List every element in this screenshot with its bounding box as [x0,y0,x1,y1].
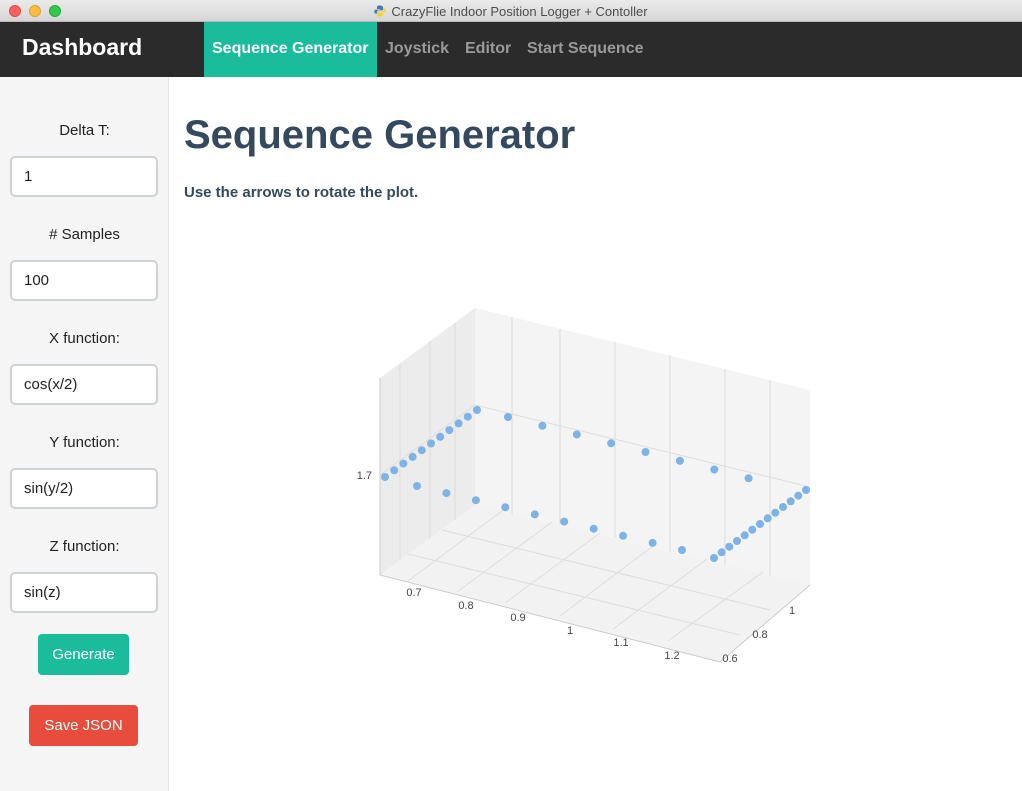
python-icon [374,5,387,17]
window-titlebar: CrazyFlie Indoor Position Logger + Conto… [0,0,1022,22]
window-title-container: CrazyFlie Indoor Position Logger + Conto… [0,4,1022,19]
samples-input[interactable] [10,260,158,301]
nav-start-sequence[interactable]: Start Sequence [527,22,643,77]
scatter-point [717,548,726,557]
scatter-point [740,531,749,540]
nav-joystick[interactable]: Joystick [385,22,449,77]
scatter-point [763,514,772,523]
scatter-point [607,439,616,448]
scatter-point [463,412,472,421]
scatter-point [538,421,547,430]
x-tick-label: 1.2 [664,650,679,662]
y-tick-label: 0.8 [752,629,767,641]
y-tick-label: 1 [789,605,795,617]
z-function-input[interactable] [10,572,158,613]
scatter-point [381,473,389,481]
brand-dashboard[interactable]: Dashboard [22,34,142,61]
window-title: CrazyFlie Indoor Position Logger + Conto… [391,4,648,19]
page-title: Sequence Generator [184,113,576,157]
scatter-point [619,531,628,540]
sidebar: Delta T: # Samples X function: Y functio… [0,77,169,791]
scatter-point [678,546,686,554]
scatter-point [725,542,734,551]
scatter-point [794,491,803,500]
scatter-point [454,419,463,428]
x-tick-label: 0.7 [406,587,421,599]
delta-t-input[interactable] [10,156,158,197]
x-tick-label: 0.8 [458,600,473,612]
save-json-button[interactable]: Save JSON [29,705,138,746]
scatter-point [560,517,569,526]
delta-t-label: Delta T: [59,122,110,139]
x-tick-label: 0.9 [510,612,525,624]
x-tick-label: 1.1 [613,637,628,649]
scatter-point [675,456,684,465]
y-function-input[interactable] [10,468,158,509]
scatter-point [501,503,510,512]
scatter-point [413,482,421,490]
scatter-point [641,448,650,456]
z-function-label: Z function: [49,538,120,555]
generate-button[interactable]: Generate [38,634,129,675]
scatter-point [473,406,481,414]
y-tick-label: 0.6 [722,653,737,665]
z-tick-label: 1.7 [357,470,372,482]
scatter-point [786,497,795,506]
scatter-point [589,524,598,533]
scatter-point [530,510,539,519]
nav-editor[interactable]: Editor [465,22,511,77]
scatter-point [436,432,445,441]
scatter-point [748,525,757,534]
scatter-point [408,452,417,461]
x-function-label: X function: [49,330,120,347]
scatter-point [504,413,512,421]
top-navbar: Dashboard Sequence Generator Joystick Ed… [0,22,1022,77]
y-function-label: Y function: [49,434,120,451]
scatter-point [390,466,399,475]
scatter-point [572,430,581,439]
scatter-point [710,554,718,562]
scatter-point [442,489,451,498]
samples-label: # Samples [49,226,120,243]
scatter-point [756,520,764,528]
scatter-point [417,446,426,455]
page-description: Use the arrows to rotate the plot. [184,184,419,201]
scatter-point [648,538,657,547]
nav-sequence-generator[interactable]: Sequence Generator [204,22,377,77]
scatter-point [710,465,719,474]
scatter-point [733,537,741,545]
scatter-point [427,439,435,448]
x-tick-label: 1 [567,625,573,637]
x-function-input[interactable] [10,364,158,405]
scatter-point [399,459,408,468]
scatter-point [779,503,787,511]
scatter-point [771,508,780,517]
scatter-point [744,474,753,483]
scatter-point [445,426,454,435]
scatter-point [471,496,480,505]
scatter-3d-plot[interactable]: 0.7 0.8 0.9 1 1.1 1.2 0.6 0.8 1 1.7 [330,290,830,690]
scatter-point [802,486,810,494]
